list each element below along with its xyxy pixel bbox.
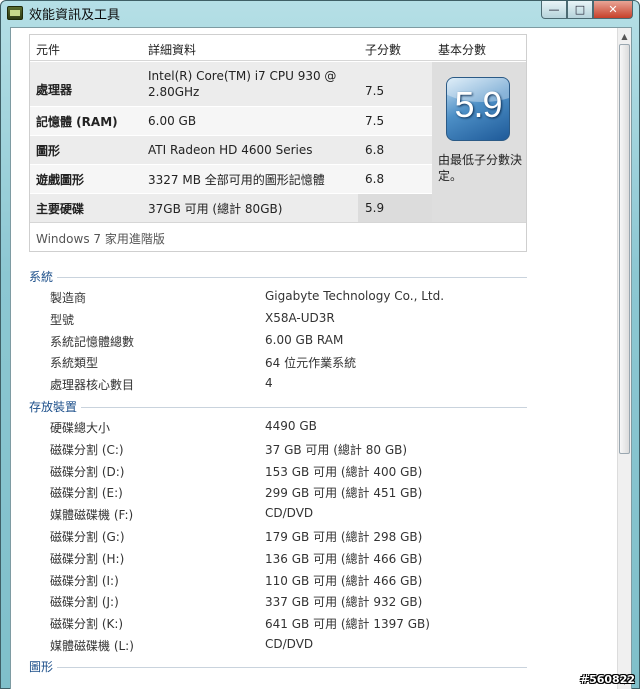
score-row-gaming-graphics: 遊戲圖形 3327 MB 全部可用的圖形記憶體 6.8 (30, 165, 432, 193)
component-details: 3327 MB 全部可用的圖形記憶體 (142, 165, 358, 193)
storage-info-label: 磁碟分割 (D:) (50, 464, 125, 479)
component-details: 6.00 GB (142, 107, 358, 135)
score-table-header: 元件 詳細資料 子分數 基本分數 (30, 35, 526, 61)
score-row-graphics: 圖形 ATI Radeon HD 4600 Series 6.8 (30, 136, 432, 164)
system-info-row: 系統類型 64 位元作業系統 (11, 352, 611, 372)
system-info-label: 型號 (50, 312, 75, 327)
component-subscore-lowest: 5.9 (358, 194, 432, 222)
storage-info-label: 磁碟分割 (E:) (50, 486, 123, 501)
component-details: ATI Radeon HD 4600 Series (142, 136, 358, 164)
scroll-up-arrow-icon[interactable]: ▲ (618, 29, 631, 43)
storage-info-row: 磁碟分割 (H:) 136 GB 可用 (總計 466 GB) (11, 548, 611, 568)
divider (30, 222, 526, 223)
section-heading-system: 系統 (29, 270, 54, 284)
component-subscore: 6.8 (358, 136, 432, 164)
maximize-button[interactable]: □ (567, 1, 593, 19)
header-details: 詳細資料 (148, 43, 197, 57)
storage-info-row: 磁碟分割 (I:) 110 GB 可用 (總計 466 GB) (11, 570, 611, 590)
storage-info-label: 磁碟分割 (G:) (50, 530, 125, 544)
system-info-label: 處理器核心數目 (50, 378, 135, 393)
base-score-caption: 由最低子分數決定。 (438, 153, 523, 183)
minimize-button[interactable]: — (541, 1, 567, 19)
storage-info-value: 153 GB 可用 (總計 400 GB) (265, 464, 423, 479)
score-table: 元件 詳細資料 子分數 基本分數 處理器 Intel(R) Core(TM) i… (29, 34, 527, 252)
header-subscore: 子分數 (365, 43, 402, 57)
window-frame: 效能資訊及工具 — □ ✕ 元件 詳細資料 子分數 基本分數 處理器 Intel… (0, 0, 640, 689)
system-info-value: 6.00 GB RAM (265, 332, 344, 347)
score-row-processor: 處理器 Intel(R) Core(TM) i7 CPU 930 @ 2.80G… (30, 62, 432, 106)
system-info-value: Gigabyte Technology Co., Ltd. (265, 289, 445, 303)
base-score-badge: 5.9 (446, 77, 510, 141)
storage-info-label: 磁碟分割 (K:) (50, 617, 124, 632)
window-title: 效能資訊及工具 (29, 8, 121, 23)
system-info-row: 型號 X58A-UD3R (11, 309, 611, 329)
system-info-row: 處理器核心數目 4 (11, 374, 611, 394)
title-bar[interactable]: 效能資訊及工具 — □ ✕ (1, 1, 639, 25)
storage-info-value: 110 GB 可用 (總計 466 GB) (265, 573, 423, 588)
system-info-value: 64 位元作業系統 (265, 356, 357, 371)
storage-info-label: 磁碟分割 (J:) (50, 595, 119, 610)
section-divider (57, 277, 527, 278)
storage-info-row: 磁碟分割 (G:) 179 GB 可用 (總計 298 GB) (11, 526, 611, 546)
storage-info-row: 磁碟分割 (C:) 37 GB 可用 (總計 80 GB) (11, 439, 611, 459)
storage-info-label: 磁碟分割 (C:) (50, 442, 124, 457)
storage-info-row: 磁碟分割 (E:) 299 GB 可用 (總計 451 GB) (11, 482, 611, 502)
header-component: 元件 (36, 43, 61, 57)
storage-info-row: 媒體磁碟機 (L:) CD/DVD (11, 635, 611, 655)
storage-info-value: 299 GB 可用 (總計 451 GB) (265, 486, 423, 501)
storage-info-value: 179 GB 可用 (總計 298 GB) (265, 530, 423, 544)
component-subscore: 7.5 (358, 107, 432, 135)
component-label: 遊戲圖形 (30, 165, 142, 193)
storage-info-value: 37 GB 可用 (總計 80 GB) (265, 442, 408, 457)
storage-info-row: 磁碟分割 (K:) 641 GB 可用 (總計 1397 GB) (11, 613, 611, 633)
content-area[interactable]: 元件 詳細資料 子分數 基本分數 處理器 Intel(R) Core(TM) i… (10, 27, 632, 689)
storage-info-value: 641 GB 可用 (總計 1397 GB) (265, 617, 430, 632)
storage-info-value: 136 GB 可用 (總計 466 GB) (265, 551, 423, 566)
system-info-row: 製造商 Gigabyte Technology Co., Ltd. (11, 287, 611, 307)
component-label: 記憶體 (RAM) (30, 107, 142, 135)
app-icon (7, 6, 23, 20)
os-edition: Windows 7 家用進階版 (36, 232, 165, 246)
system-info-value: X58A-UD3R (265, 310, 335, 325)
score-row-memory: 記憶體 (RAM) 6.00 GB 7.5 (30, 107, 432, 135)
vertical-scrollbar[interactable]: ▲ ▼ (617, 28, 631, 689)
storage-info-value: 337 GB 可用 (總計 932 GB) (265, 595, 423, 610)
section-heading-graphics: 圖形 (29, 660, 54, 674)
storage-info-label: 媒體磁碟機 (F:) (50, 508, 134, 523)
section-heading-storage: 存放裝置 (29, 400, 78, 414)
system-info-value: 4 (265, 376, 273, 391)
header-base-score: 基本分數 (438, 43, 487, 57)
system-info-row: 系統記憶體總數 6.00 GB RAM (11, 331, 611, 351)
scrollbar-thumb[interactable] (619, 44, 630, 454)
storage-info-row: 磁碟分割 (D:) 153 GB 可用 (總計 400 GB) (11, 461, 611, 481)
storage-info-row: 磁碟分割 (J:) 337 GB 可用 (總計 932 GB) (11, 591, 611, 611)
section-divider (57, 667, 527, 668)
storage-info-label: 硬碟總大小 (50, 421, 111, 435)
component-label: 處理器 (30, 62, 142, 106)
section-divider (81, 407, 527, 408)
base-score-value: 5.9 (454, 84, 502, 125)
system-info-label: 製造商 (50, 291, 87, 305)
storage-info-value: 4490 GB (265, 419, 317, 433)
component-subscore: 6.8 (358, 165, 432, 193)
component-label: 圖形 (30, 136, 142, 164)
storage-info-label: 媒體磁碟機 (L:) (50, 639, 134, 653)
component-subscore: 7.5 (358, 62, 432, 106)
watermark: #560822 (579, 673, 635, 686)
system-info-label: 系統記憶體總數 (50, 334, 135, 349)
system-info-label: 系統類型 (50, 356, 99, 371)
component-details: Intel(R) Core(TM) i7 CPU 930 @ 2.80GHz (142, 62, 358, 106)
storage-info-label: 磁碟分割 (H:) (50, 551, 125, 566)
storage-info-value: CD/DVD (265, 506, 314, 521)
window-controls: — □ ✕ (541, 1, 633, 19)
base-score-cell: 5.9 由最低子分數決定。 (432, 62, 526, 222)
close-button[interactable]: ✕ (593, 1, 633, 19)
component-details: 37GB 可用 (總計 80GB) (142, 194, 358, 222)
storage-info-value: CD/DVD (265, 637, 314, 651)
component-label: 主要硬碟 (30, 194, 142, 222)
storage-info-label: 磁碟分割 (I:) (50, 573, 119, 588)
storage-info-row: 媒體磁碟機 (F:) CD/DVD (11, 504, 611, 524)
score-row-primary-disk: 主要硬碟 37GB 可用 (總計 80GB) 5.9 (30, 194, 432, 222)
storage-info-row: 硬碟總大小 4490 GB (11, 417, 611, 437)
